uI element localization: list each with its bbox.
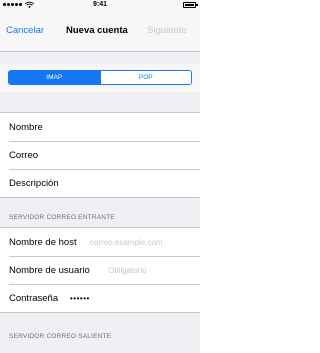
username-field[interactable]: Nombre de usuario Obligatorio [0,256,200,284]
email-field[interactable]: Correo [0,141,200,169]
phone-screen: 9:41 Cancelar Nueva cuenta Siguiente IMA… [0,0,200,353]
account-fields-group: Nombre Correo Descripción [0,112,200,198]
host-name-placeholder: correo.example.com [90,237,163,247]
account-type-section: IMAP POP [0,64,200,92]
cancel-button[interactable]: Cancelar [6,25,44,36]
navigation-bar: Cancelar Nueva cuenta Siguiente [0,11,200,52]
status-bar: 9:41 [0,0,200,11]
email-field-label: Correo [9,149,39,161]
username-placeholder: Obligatorio [108,265,147,275]
host-name-label: Nombre de host [9,236,77,248]
segment-imap[interactable]: IMAP [9,71,100,84]
segment-pop[interactable]: POP [99,71,191,84]
description-field-label: Descripción [9,177,59,189]
name-field-label: Nombre [9,121,43,133]
password-label: Contraseña [9,292,59,304]
page-title: Nueva cuenta [66,25,128,36]
account-type-segmented-control: IMAP POP [8,70,192,85]
form-content: IMAP POP Nombre Correo Descripción SERVI… [0,52,200,353]
password-field[interactable]: Contraseña •••••• [0,284,200,312]
incoming-server-group: Nombre de host correo.example.com Nombre… [0,227,200,313]
name-field[interactable]: Nombre [0,113,200,141]
password-value: •••••• [70,293,90,303]
status-time: 9:41 [92,1,107,8]
outgoing-server-header: SERVIDOR CORREO SALIENTE [9,333,112,340]
incoming-server-header: SERVIDOR CORREO ENTRANTE [9,214,115,221]
username-label: Nombre de usuario [9,264,90,276]
battery-icon [183,2,198,8]
description-field[interactable]: Descripción [0,169,200,197]
host-name-field[interactable]: Nombre de host correo.example.com [0,228,200,256]
next-button[interactable]: Siguiente [147,25,187,36]
